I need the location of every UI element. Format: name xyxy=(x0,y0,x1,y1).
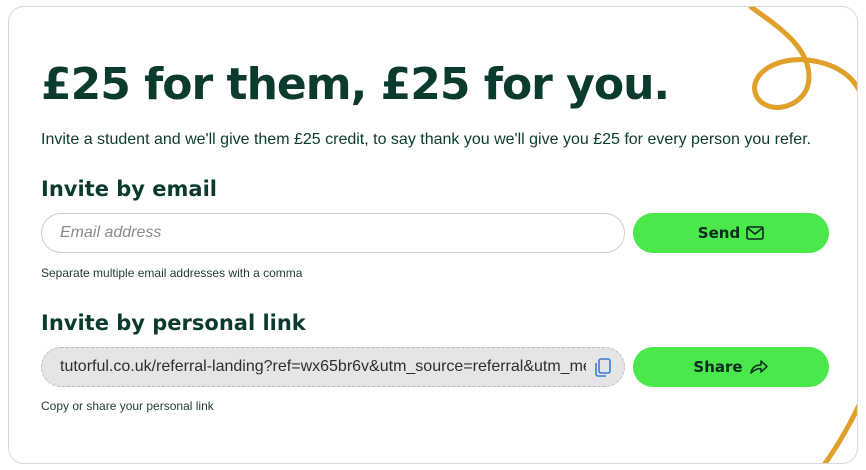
share-button-label: Share xyxy=(693,358,743,376)
personal-link-field[interactable]: tutorful.co.uk/referral-landing?ref=wx65… xyxy=(41,347,625,387)
copy-icon[interactable] xyxy=(592,356,614,378)
send-button[interactable]: Send xyxy=(633,213,829,253)
page-subtitle: Invite a student and we'll give them £25… xyxy=(41,131,812,148)
email-input[interactable] xyxy=(41,213,625,253)
link-section-title: Invite by personal link xyxy=(41,311,306,335)
email-section-title: Invite by email xyxy=(41,177,217,201)
page-title: £25 for them, £25 for you. xyxy=(41,59,670,110)
referral-card: £25 for them, £25 for you. Invite a stud… xyxy=(8,6,858,464)
share-arrow-icon xyxy=(749,360,768,374)
personal-link-text[interactable]: tutorful.co.uk/referral-landing?ref=wx65… xyxy=(60,358,586,376)
envelope-icon xyxy=(746,226,765,240)
link-hint: Copy or share your personal link xyxy=(41,399,214,413)
email-hint: Separate multiple email addresses with a… xyxy=(41,266,303,280)
send-button-label: Send xyxy=(697,224,741,242)
share-button[interactable]: Share xyxy=(633,347,829,387)
